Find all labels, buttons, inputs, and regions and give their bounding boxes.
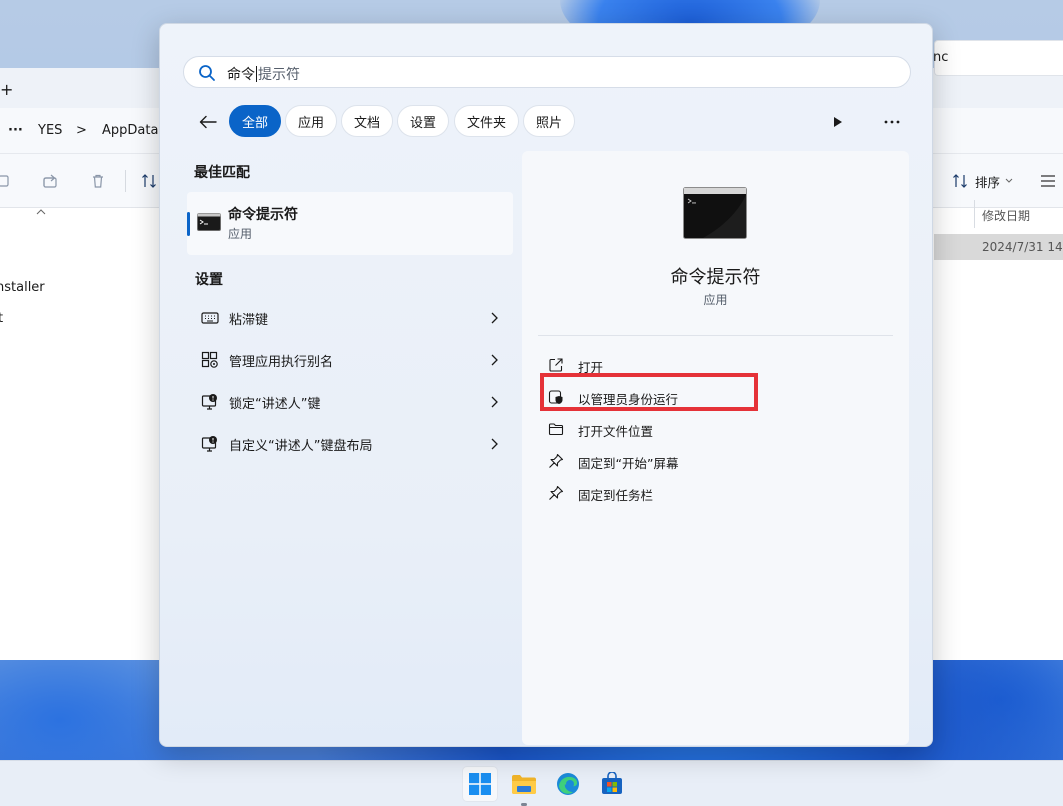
setting-item-narrator-keyboard-layout[interactable]: 自定义“讲述人”键盘布局 — [187, 424, 513, 464]
action-run-as-admin[interactable]: 以管理员身份运行 — [548, 385, 848, 409]
breadcrumb-appdata[interactable]: AppData — [102, 123, 158, 138]
best-match-result[interactable]: 命令提示符 应用 — [187, 192, 513, 255]
action-open-file-location[interactable]: 打开文件位置 — [548, 417, 848, 441]
app-alias-icon — [201, 351, 218, 368]
more-options-button[interactable] — [878, 108, 906, 136]
best-match-name: 命令提示符 — [228, 207, 298, 223]
action-pin-to-taskbar[interactable]: 固定到任务栏 — [548, 481, 848, 505]
action-open[interactable]: 打开 — [548, 353, 848, 377]
chevron-right-icon — [491, 396, 498, 408]
chevron-up-icon[interactable] — [36, 208, 46, 216]
filter-documents[interactable]: 文档 — [341, 105, 393, 137]
more-filters-button[interactable] — [824, 108, 852, 136]
search-query-typed: 命令 — [227, 67, 255, 83]
address-text: nc — [933, 50, 949, 65]
delete-icon[interactable] — [90, 173, 106, 189]
preview-app-type: 应用 — [703, 293, 728, 307]
filter-settings[interactable]: 设置 — [397, 105, 449, 137]
search-query-suggested: 提示符 — [258, 67, 300, 83]
setting-label: 自定义“讲述人”键盘布局 — [229, 439, 373, 454]
view-menu-icon[interactable] — [1040, 174, 1056, 188]
arrow-left-icon — [199, 115, 217, 129]
text-caret — [256, 66, 257, 82]
best-match-title: 最佳匹配 — [194, 165, 250, 181]
setting-item-app-execution-alias[interactable]: 管理应用执行别名 — [187, 340, 513, 380]
action-label: 固定到任务栏 — [578, 488, 654, 503]
table-row[interactable]: 2024/7/31 14: — [934, 234, 1063, 260]
sort-label[interactable]: 排序 — [975, 172, 1000, 191]
windows-logo-icon — [469, 773, 491, 795]
narrator-icon — [201, 394, 217, 410]
narrator-icon — [201, 436, 217, 452]
command-prompt-icon — [197, 213, 221, 231]
filter-folders[interactable]: 文件夹 — [454, 105, 519, 137]
settings-section-title: 设置 — [195, 272, 223, 288]
filter-apps[interactable]: 应用 — [285, 105, 337, 137]
filter-all[interactable]: 全部 — [229, 105, 281, 137]
keyboard-icon — [201, 312, 219, 324]
row-date: 2024/7/31 14: — [982, 240, 1063, 254]
chevron-right-icon — [491, 354, 498, 366]
preview-divider — [538, 335, 893, 336]
chevron-right-icon — [491, 438, 498, 450]
windows-search-panel: 命令 提示符 全部 应用 文档 设置 文件夹 照片 最佳匹配 命令提示符 应用 设… — [159, 23, 933, 747]
sort-icon-right[interactable] — [952, 173, 970, 189]
taskbar-store[interactable] — [594, 766, 630, 802]
taskbar — [0, 760, 1063, 806]
breadcrumb-separator: > — [76, 123, 87, 138]
explorer-list-item[interactable]: t — [0, 311, 3, 326]
preview-app-name: 命令提示符 — [670, 267, 761, 288]
play-arrow-icon — [834, 117, 842, 127]
setting-label: 锁定“讲述人”键 — [229, 397, 321, 412]
back-button[interactable] — [194, 108, 222, 136]
shield-admin-icon — [548, 390, 563, 404]
taskbar-file-explorer[interactable] — [506, 766, 542, 802]
folder-icon — [548, 423, 564, 436]
share-icon[interactable] — [42, 173, 60, 189]
command-prompt-icon — [683, 187, 747, 239]
folder-icon — [512, 775, 536, 794]
sort-icon[interactable] — [141, 173, 159, 189]
breadcrumb-more[interactable]: ··· — [8, 123, 23, 138]
edge-browser-icon — [557, 773, 579, 795]
setting-item-sticky-keys[interactable]: 粘滞键 — [187, 298, 513, 338]
column-separator — [974, 200, 975, 228]
taskbar-edge[interactable] — [550, 766, 586, 802]
selection-accent — [187, 212, 190, 236]
best-match-type: 应用 — [228, 227, 253, 241]
filter-photos[interactable]: 照片 — [523, 105, 575, 137]
search-icon — [199, 65, 215, 81]
start-button[interactable] — [462, 766, 498, 802]
explorer-search-box[interactable]: nc — [933, 40, 1063, 76]
breadcrumb-yes[interactable]: YES — [38, 123, 62, 138]
action-pin-to-start[interactable]: 固定到“开始”屏幕 — [548, 449, 848, 473]
explorer-list-item[interactable]: nstaller — [0, 280, 45, 295]
setting-label: 粘滞键 — [229, 313, 269, 328]
setting-item-lock-narrator-key[interactable]: 锁定“讲述人”键 — [187, 382, 513, 422]
column-header-date[interactable]: 修改日期 — [982, 207, 1030, 224]
chevron-right-icon — [491, 312, 498, 324]
open-external-icon — [549, 358, 563, 372]
search-input[interactable]: 命令 提示符 — [183, 56, 911, 88]
chevron-down-icon — [1005, 178, 1013, 183]
toolbar-divider — [125, 170, 126, 192]
action-label: 打开文件位置 — [578, 424, 654, 439]
more-icon — [884, 120, 900, 124]
search-query: 命令 提示符 — [227, 64, 300, 84]
action-label: 固定到“开始”屏幕 — [578, 456, 679, 471]
setting-label: 管理应用执行别名 — [229, 355, 334, 370]
copy-icon[interactable] — [0, 173, 12, 189]
action-label: 以管理员身份运行 — [578, 392, 679, 407]
action-label: 打开 — [578, 360, 604, 375]
store-icon — [602, 772, 622, 794]
pin-icon — [549, 453, 564, 468]
pin-icon — [549, 485, 564, 500]
new-tab-button[interactable]: + — [0, 80, 13, 99]
result-preview-pane: 命令提示符 应用 打开 以管理员身份运行 打开文件位置 固定到“开始”屏幕 固定… — [522, 151, 909, 745]
